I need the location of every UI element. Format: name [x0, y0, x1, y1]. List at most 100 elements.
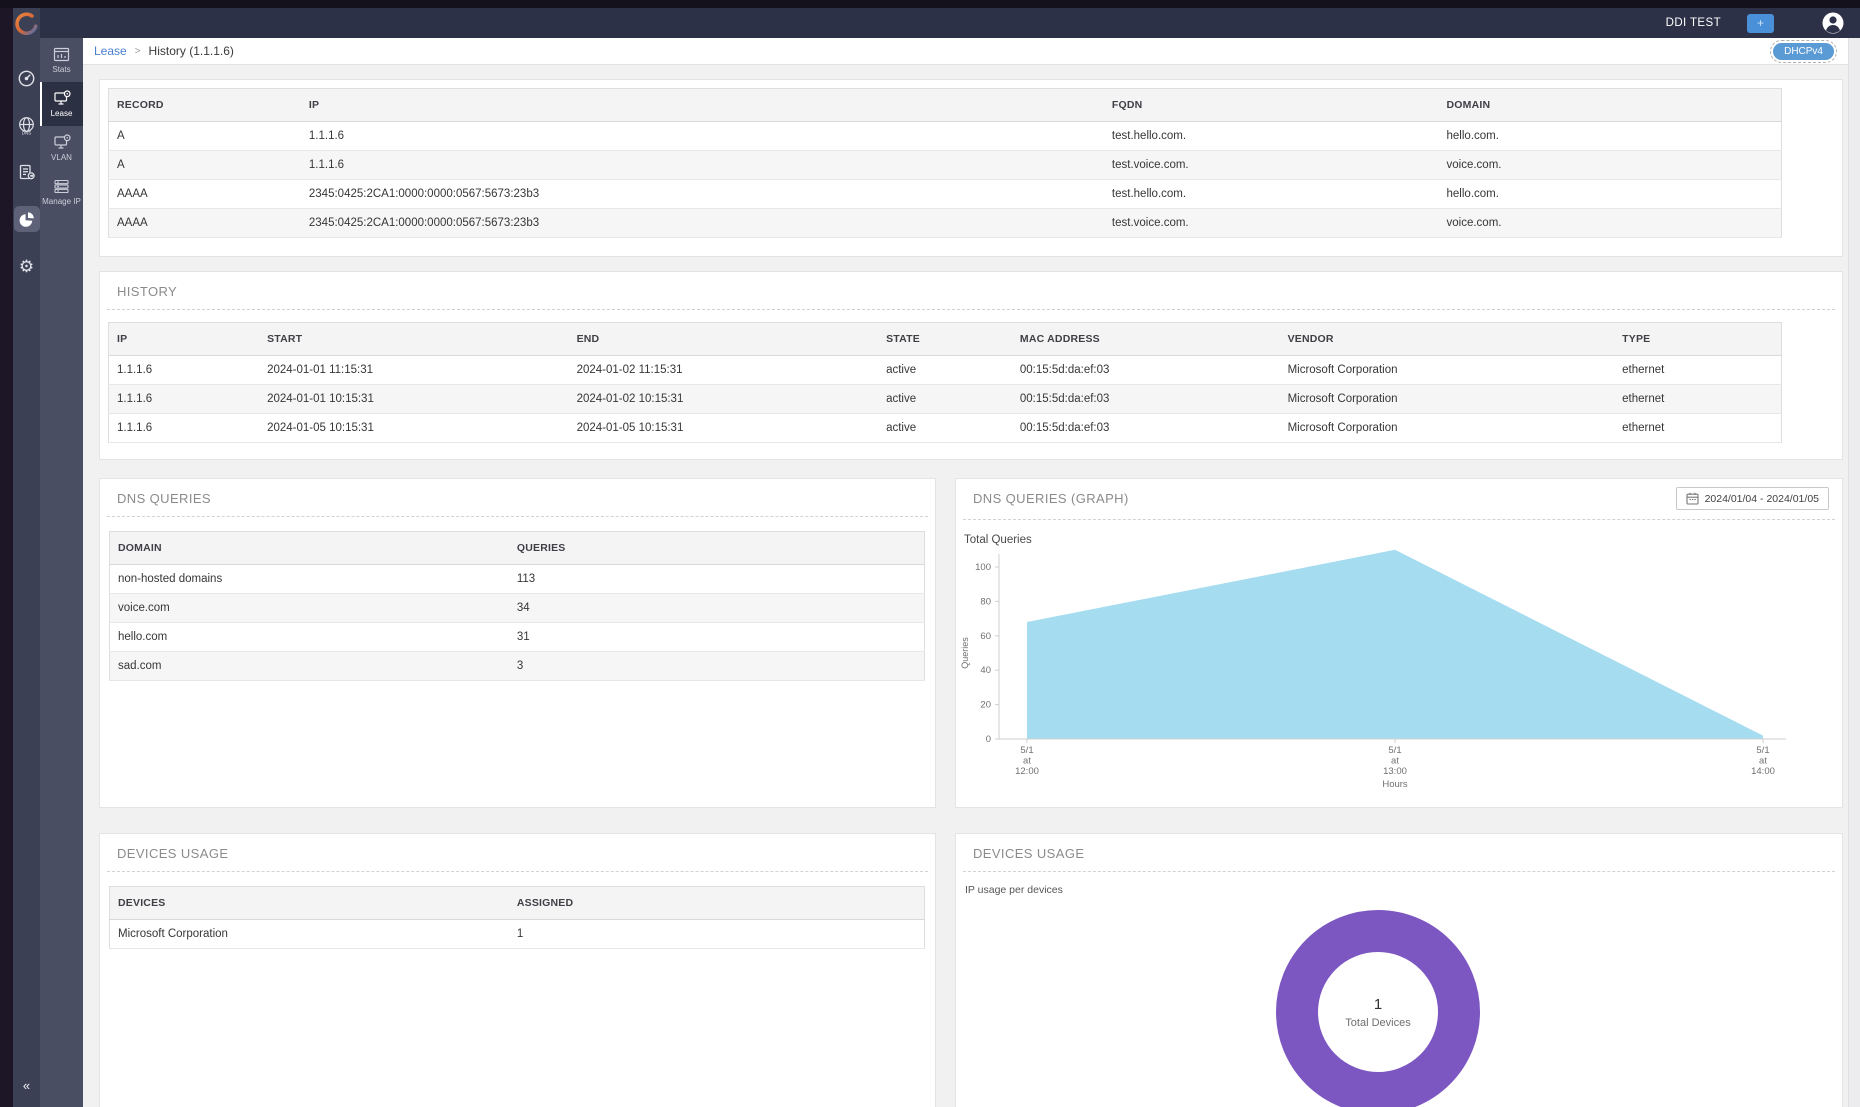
- history-section-title: HISTORY: [107, 272, 1835, 310]
- table-cell: AAAA: [109, 209, 301, 238]
- svg-text:14:00: 14:00: [1751, 766, 1775, 777]
- table-cell: 1.1.1.6: [301, 122, 1104, 151]
- table-cell: 00:15:5d:da:ef:03: [1012, 356, 1280, 385]
- column-header: RECORD: [109, 89, 301, 122]
- table-row: voice.com34: [110, 594, 925, 623]
- chart-title: Total Queries: [956, 520, 1842, 548]
- rail-item-dashboard[interactable]: [14, 65, 40, 91]
- table-row: non-hosted domains113: [110, 565, 925, 594]
- sidebar-item-vlan[interactable]: VLAN: [40, 126, 83, 170]
- column-header: END: [569, 323, 879, 356]
- svg-text:at: at: [1759, 756, 1767, 767]
- dns-globe-icon: DNS: [17, 116, 36, 135]
- table-cell: 2024-01-02 11:15:31: [569, 356, 879, 385]
- svg-text:5/1: 5/1: [1020, 745, 1033, 756]
- records-card: RECORDIPFQDNDOMAINA1.1.1.6test.hello.com…: [99, 79, 1843, 257]
- table-header-row: RECORDIPFQDNDOMAIN: [109, 89, 1782, 122]
- outer-rail: [0, 0, 13, 1107]
- window-top-strip: [0, 0, 1860, 8]
- svg-text:40: 40: [980, 665, 991, 676]
- sidebar-item-stats[interactable]: Stats: [40, 38, 83, 82]
- table-cell: 1: [509, 920, 925, 949]
- top-navbar: DDI TEST +: [40, 8, 1860, 38]
- add-button[interactable]: +: [1747, 14, 1774, 33]
- svg-text:5/1: 5/1: [1388, 745, 1401, 756]
- table-cell: 2024-01-05 10:15:31: [569, 414, 879, 443]
- date-range-value: 2024/01/04 - 2024/01/05: [1705, 493, 1819, 505]
- vlan-monitor-icon: [53, 134, 71, 150]
- main-area: Lease > History (1.1.1.6) DHCPv4 RECORDI…: [83, 38, 1848, 1107]
- table-cell: 2024-01-02 10:15:31: [569, 385, 879, 414]
- table-cell: voice.com.: [1439, 151, 1782, 180]
- table-cell: test.hello.com.: [1104, 122, 1439, 151]
- table-header-row: IPSTARTENDSTATEMAC ADDRESSVENDORTYPE: [109, 323, 1782, 356]
- table-cell: ethernet: [1614, 414, 1781, 443]
- table-cell: 00:15:5d:da:ef:03: [1012, 385, 1280, 414]
- svg-text:100: 100: [975, 562, 991, 573]
- column-header: DOMAIN: [1439, 89, 1782, 122]
- table-row: A1.1.1.6test.hello.com.hello.com.: [109, 122, 1782, 151]
- devices-graph-section-title: DEVICES USAGE: [963, 834, 1835, 872]
- rail-item-analytics[interactable]: [14, 206, 40, 232]
- content: RECORDIPFQDNDOMAINA1.1.1.6test.hello.com…: [83, 65, 1848, 1107]
- table-row: AAAA2345:0425:2CA1:0000:0000:0567:5673:2…: [109, 209, 1782, 238]
- table-header-row: DEVICESASSIGNED: [110, 887, 925, 920]
- table-cell: active: [878, 414, 1012, 443]
- rail-item-reports[interactable]: [14, 159, 40, 185]
- date-range-picker[interactable]: 2024/01/04 - 2024/01/05: [1676, 487, 1829, 510]
- column-header: VENDOR: [1280, 323, 1615, 356]
- table-cell: Microsoft Corporation: [110, 920, 509, 949]
- user-avatar-icon[interactable]: [1822, 12, 1844, 34]
- sidebar-item-manage-ip[interactable]: Manage IP: [40, 170, 83, 214]
- icon-rail: DNS ⚙ «: [13, 0, 40, 1107]
- column-header: DOMAIN: [110, 532, 509, 565]
- devices-graph-card: DEVICES USAGE IP usage per devices 1 Tot…: [955, 833, 1843, 1107]
- table-cell: 1.1.1.6: [109, 414, 260, 443]
- table-row: sad.com3: [110, 652, 925, 681]
- scrollbar-track[interactable]: [1848, 38, 1860, 1107]
- sidebar-collapse-button[interactable]: «: [13, 1078, 40, 1093]
- breadcrumb-lease-link[interactable]: Lease: [94, 44, 127, 58]
- table-cell: 1.1.1.6: [301, 151, 1104, 180]
- dns-queries-table: DOMAINQUERIESnon-hosted domains113voice.…: [109, 531, 925, 681]
- table-cell: Microsoft Corporation: [1280, 385, 1615, 414]
- column-header: MAC ADDRESS: [1012, 323, 1280, 356]
- table-cell: 2024-01-01 10:15:31: [259, 385, 569, 414]
- dhcp-version-badge[interactable]: DHCPv4: [1773, 43, 1834, 60]
- column-header: DEVICES: [110, 887, 509, 920]
- devices-donut-chart: 1 Total Devices: [956, 896, 1842, 1107]
- breadcrumb-separator: >: [135, 46, 141, 57]
- history-card: HISTORY IPSTARTENDSTATEMAC ADDRESSVENDOR…: [99, 271, 1843, 460]
- org-name: DDI TEST: [1666, 17, 1721, 29]
- svg-text:13:00: 13:00: [1383, 766, 1407, 777]
- column-header: STATE: [878, 323, 1012, 356]
- table-cell: 3: [509, 652, 925, 681]
- table-cell: hello.com: [110, 623, 509, 652]
- table-cell: Microsoft Corporation: [1280, 414, 1615, 443]
- rail-item-dns[interactable]: DNS: [14, 112, 40, 138]
- table-cell: 2345:0425:2CA1:0000:0000:0567:5673:23b3: [301, 209, 1104, 238]
- table-cell: 00:15:5d:da:ef:03: [1012, 414, 1280, 443]
- table-header-row: DOMAINQUERIES: [110, 532, 925, 565]
- svg-text:12:00: 12:00: [1015, 766, 1039, 777]
- table-cell: AAAA: [109, 180, 301, 209]
- table-cell: 1.1.1.6: [109, 385, 260, 414]
- rail-item-settings[interactable]: ⚙: [14, 253, 40, 279]
- svg-text:80: 80: [980, 596, 991, 607]
- svg-text:60: 60: [980, 631, 991, 642]
- table-cell: A: [109, 151, 301, 180]
- sidebar-item-lease[interactable]: Lease: [40, 82, 83, 126]
- table-cell: 2024-01-05 10:15:31: [259, 414, 569, 443]
- devices-usage-section-title: DEVICES USAGE: [107, 834, 928, 872]
- dns-graph-section-title: DNS QUERIES (GRAPH): [973, 491, 1676, 506]
- app-logo: [14, 11, 40, 37]
- table-cell: active: [878, 356, 1012, 385]
- table-row: 1.1.1.62024-01-01 11:15:312024-01-02 11:…: [109, 356, 1782, 385]
- column-header: ASSIGNED: [509, 887, 925, 920]
- svg-text:5/1: 5/1: [1756, 745, 1769, 756]
- table-cell: 34: [509, 594, 925, 623]
- table-cell: 113: [509, 565, 925, 594]
- column-header: IP: [109, 323, 260, 356]
- page-title: History (1.1.1.6): [149, 44, 234, 58]
- breadcrumb: Lease > History (1.1.1.6) DHCPv4: [83, 38, 1848, 65]
